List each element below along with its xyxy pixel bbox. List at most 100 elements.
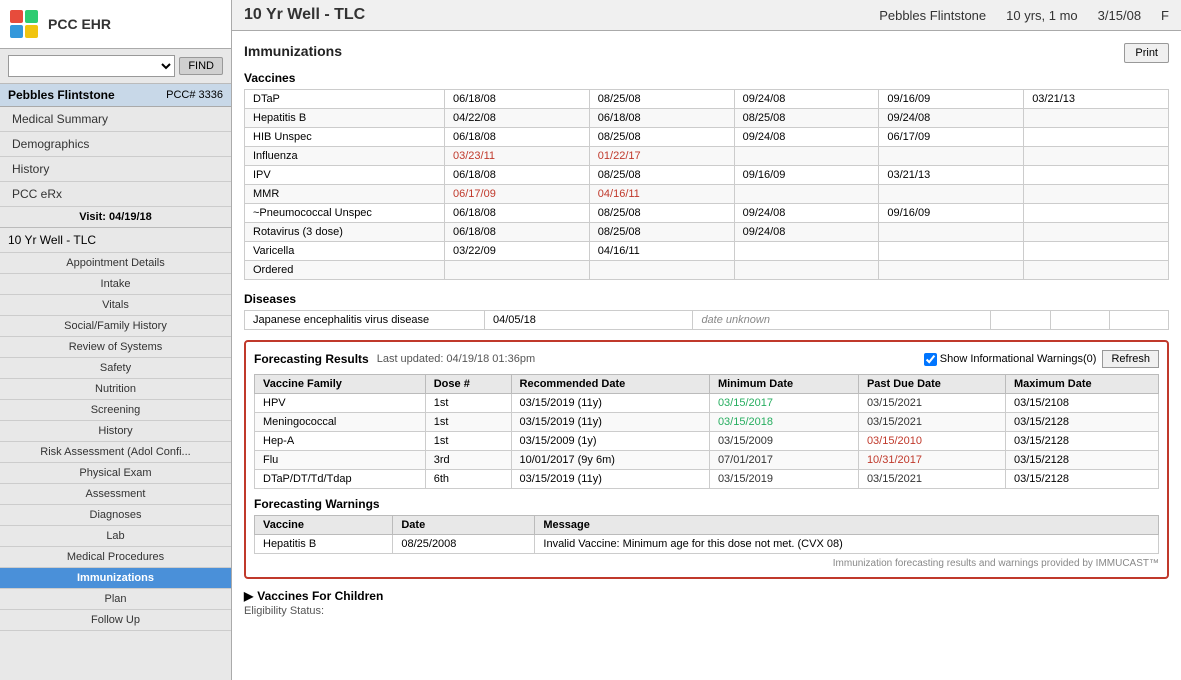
vaccine-date — [879, 261, 1024, 280]
patient-info-top: Pebbles Flintstone 10 yrs, 1 mo 3/15/08 … — [879, 8, 1169, 23]
col-maximum: Maximum Date — [1005, 375, 1158, 394]
forecast-family: DTaP/DT/Td/Tdap — [255, 470, 426, 489]
visit-nav-medical-procedures[interactable]: Medical Procedures — [0, 547, 231, 568]
vaccine-date — [1024, 109, 1169, 128]
forecast-recommended: 10/01/2017 (9y 6m) — [511, 451, 709, 470]
visit-nav-social-family-history[interactable]: Social/Family History — [0, 316, 231, 337]
vaccine-date: 06/18/08 — [445, 223, 590, 242]
visit-nav-vitals[interactable]: Vitals — [0, 295, 231, 316]
visit-nav-immunizations[interactable]: Immunizations — [0, 568, 231, 589]
vaccine-date — [445, 261, 590, 280]
forecast-family: HPV — [255, 394, 426, 413]
vaccine-date — [879, 223, 1024, 242]
forecast-row: Meningococcal 1st 03/15/2019 (11y) 03/15… — [255, 413, 1159, 432]
visit-nav-follow-up[interactable]: Follow Up — [0, 610, 231, 631]
vaccine-date: 08/25/08 — [589, 204, 734, 223]
forecast-family: Flu — [255, 451, 426, 470]
forecasting-box: Forecasting Results Last updated: 04/19/… — [244, 340, 1169, 579]
diseases-table: Japanese encephalitis virus disease 04/0… — [244, 310, 1169, 330]
immucast-note: Immunization forecasting results and war… — [254, 558, 1159, 569]
vaccine-name: MMR — [245, 185, 445, 204]
search-select[interactable] — [8, 55, 175, 77]
vaccine-name: Ordered — [245, 261, 445, 280]
forecast-recommended: 03/15/2019 (11y) — [511, 413, 709, 432]
vaccine-date: 06/18/08 — [445, 128, 590, 147]
main-content: 10 Yr Well - TLC Pebbles Flintstone 10 y… — [232, 0, 1181, 680]
patient-name-sidebar: Pebbles Flintstone — [8, 88, 115, 102]
forecast-past-due: 03/15/2021 — [858, 394, 1005, 413]
disease-row: Japanese encephalitis virus disease 04/0… — [245, 311, 1169, 330]
sidebar-item-medical-summary[interactable]: Medical Summary — [0, 107, 231, 132]
vaccine-date: 08/25/08 — [589, 223, 734, 242]
vaccine-date — [734, 185, 879, 204]
visit-nav-nutrition[interactable]: Nutrition — [0, 379, 231, 400]
forecast-maximum: 03/15/2128 — [1005, 451, 1158, 470]
forecast-row: DTaP/DT/Td/Tdap 6th 03/15/2019 (11y) 03/… — [255, 470, 1159, 489]
forecasting-title: Forecasting Results — [254, 352, 369, 366]
vaccine-date: 03/21/13 — [1024, 90, 1169, 109]
visit-nav-risk-assessment[interactable]: Risk Assessment (Adol Confi... — [0, 442, 231, 463]
col-w-vaccine: Vaccine — [255, 516, 393, 535]
disease-date2: date unknown — [693, 311, 991, 330]
vaccine-row: HIB Unspec06/18/0808/25/0809/24/0806/17/… — [245, 128, 1169, 147]
forecasting-controls: Show Informational Warnings(0) Refresh — [924, 350, 1159, 368]
forecast-dose: 1st — [425, 413, 511, 432]
vaccine-date: 04/16/11 — [589, 185, 734, 204]
visit-nav-intake[interactable]: Intake — [0, 274, 231, 295]
forecast-recommended: 03/15/2019 (11y) — [511, 470, 709, 489]
vfc-title[interactable]: ▶ Vaccines For Children — [244, 589, 1169, 603]
vaccine-date: 09/24/08 — [879, 109, 1024, 128]
vaccine-row: ~Pneumococcal Unspec06/18/0808/25/0809/2… — [245, 204, 1169, 223]
show-warnings-label[interactable]: Show Informational Warnings(0) — [924, 353, 1097, 366]
visit-nav-appointment-details[interactable]: Appointment Details — [0, 253, 231, 274]
warnings-table: Vaccine Date Message Hepatitis B 08/25/2… — [254, 515, 1159, 554]
vaccine-date: 03/21/13 — [879, 166, 1024, 185]
last-updated: Last updated: 04/19/18 01:36pm — [377, 353, 535, 365]
vaccine-date: 03/22/09 — [445, 242, 590, 261]
refresh-button[interactable]: Refresh — [1102, 350, 1159, 368]
patient-pcc-number: PCC# 3336 — [166, 89, 223, 101]
vaccine-date — [879, 242, 1024, 261]
vaccine-date: 08/25/08 — [734, 109, 879, 128]
col-w-message: Message — [535, 516, 1159, 535]
visit-nav-screening[interactable]: Screening — [0, 400, 231, 421]
vaccine-date: 06/17/09 — [445, 185, 590, 204]
visit-nav-safety[interactable]: Safety — [0, 358, 231, 379]
immunizations-title: Immunizations — [244, 43, 342, 59]
sidebar-item-history[interactable]: History — [0, 157, 231, 182]
sidebar-item-demographics[interactable]: Demographics — [0, 132, 231, 157]
visit-nav-diagnoses[interactable]: Diagnoses — [0, 505, 231, 526]
vaccine-name: ~Pneumococcal Unspec — [245, 204, 445, 223]
content-area: Immunizations Print Vaccines DTaP06/18/0… — [232, 31, 1181, 680]
visit-nav-plan[interactable]: Plan — [0, 589, 231, 610]
forecast-dose: 1st — [425, 394, 511, 413]
vaccine-date — [734, 147, 879, 166]
vaccine-date — [589, 261, 734, 280]
forecast-minimum: 03/15/2018 — [709, 413, 858, 432]
visit-nav-physical-exam[interactable]: Physical Exam — [0, 463, 231, 484]
vaccine-date: 08/25/08 — [589, 128, 734, 147]
visit-nav-review-of-systems[interactable]: Review of Systems — [0, 337, 231, 358]
logo-tr — [25, 10, 38, 23]
show-warnings-checkbox[interactable] — [924, 353, 937, 366]
vaccine-date — [734, 261, 879, 280]
vaccines-label: Vaccines — [244, 71, 1169, 85]
pcc-logo — [8, 8, 40, 40]
vaccine-date: 06/18/08 — [589, 109, 734, 128]
vaccine-date: 06/18/08 — [445, 204, 590, 223]
vaccine-date: 09/16/09 — [734, 166, 879, 185]
visit-nav-history[interactable]: History — [0, 421, 231, 442]
patient-age: 10 yrs, 1 mo — [1006, 8, 1078, 23]
print-button[interactable]: Print — [1124, 43, 1169, 63]
vaccine-date: 09/24/08 — [734, 90, 879, 109]
sidebar-nav: Medical Summary Demographics History PCC… — [0, 107, 231, 207]
col-w-date: Date — [393, 516, 535, 535]
forecast-maximum: 03/15/2128 — [1005, 432, 1158, 451]
visit-nav-assessment[interactable]: Assessment — [0, 484, 231, 505]
find-button[interactable]: FIND — [179, 57, 223, 75]
logo-bl — [10, 25, 23, 38]
sidebar-item-pcc-erx[interactable]: PCC eRx — [0, 182, 231, 207]
vaccine-date: 09/24/08 — [734, 204, 879, 223]
vaccine-date — [1024, 242, 1169, 261]
visit-nav-lab[interactable]: Lab — [0, 526, 231, 547]
